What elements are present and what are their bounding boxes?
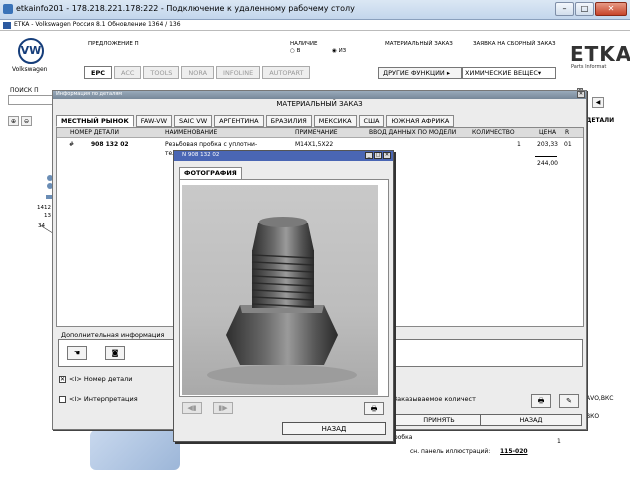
hand-pointer-icon[interactable]: ☚ xyxy=(67,346,87,360)
etka-window-title: ETKA - Volkswagen Россия 8.1 Обновление … xyxy=(14,21,181,28)
maximize-button[interactable]: □ xyxy=(575,2,594,16)
col-price: ЦЕНА xyxy=(539,129,557,136)
availability-option-iz[interactable]: ◉ ИЗ xyxy=(332,48,346,54)
parts-label: ДЕТАЛИ xyxy=(586,117,615,124)
photo-title-bar: N 908 132 02 _ □ ✕ xyxy=(174,151,393,161)
part-number-checkbox[interactable]: ✕ xyxy=(59,376,66,383)
dialog-title: Информация по деталям xyxy=(56,91,123,97)
zoom-in-icon[interactable]: ⊕ xyxy=(8,116,19,126)
row-note: M14X1,5X22 xyxy=(295,141,334,148)
proposal-label: ПРЕДЛОЖЕНИЕ П xyxy=(88,41,139,47)
assembly-order-link[interactable]: ЗАЯВКА НА СБОРНЫЙ ЗАКАЗ xyxy=(473,41,556,47)
photo-maximize-button[interactable]: □ xyxy=(374,152,382,159)
tab-brazil[interactable]: БРАЗИЛИЯ xyxy=(265,115,312,127)
illustration-panel-link[interactable]: 115-020 xyxy=(500,448,528,455)
table-header: НОМЕР ДЕТАЛИ НАИМЕНОВАНИЕ ПРИМЕЧАНИЕ ВВО… xyxy=(57,128,583,138)
close-button[interactable]: ✕ xyxy=(595,2,627,16)
prev-page-icon[interactable]: ◀ xyxy=(592,97,604,108)
etka-subtitle: Parts Informat xyxy=(571,64,607,70)
extra-info-label: Дополнительная информация xyxy=(61,331,165,339)
illus-label-14: 14 xyxy=(37,205,44,211)
col-note: ПРИМЕЧАНИЕ xyxy=(295,129,338,136)
illus-label-13: 13 xyxy=(44,213,51,219)
tab-faw-vw[interactable]: FAW-VW xyxy=(135,115,173,127)
tab-acc[interactable]: ACC xyxy=(113,66,142,79)
tab-argentina[interactable]: АРГЕНТИНА xyxy=(214,115,264,127)
col-model-data: ВВОД ДАННЫХ ПО МОДЕЛИ xyxy=(369,129,457,136)
part-number-checkbox-label: <I> Номер детали xyxy=(69,375,133,383)
note-avo: АVО,ВКС xyxy=(586,395,614,402)
note-vko: ВКО xyxy=(586,413,600,420)
row-r: 01 xyxy=(564,141,572,148)
col-part-number: НОМЕР ДЕТАЛИ xyxy=(70,129,119,136)
tab-mexico[interactable]: МЕКСИКА xyxy=(313,115,357,127)
search-label: ПОИСК П xyxy=(10,87,39,94)
tab-south-africa[interactable]: ЮЖНАЯ АФРИКА xyxy=(386,115,455,127)
photo-title: N 908 132 02 xyxy=(182,152,220,158)
tab-autopart[interactable]: AUTOPART xyxy=(262,66,311,79)
dialog-close-icon[interactable]: ✕ xyxy=(577,91,585,98)
tab-nora[interactable]: NORA xyxy=(181,66,215,79)
interpretation-checkbox-label: <I> Интерпретация xyxy=(69,395,138,403)
tab-photo[interactable]: ФОТОГРАФИЯ xyxy=(179,167,242,179)
interpretation-checkbox[interactable] xyxy=(59,396,66,403)
brand-label: Volkswagen xyxy=(12,66,48,73)
tab-tools[interactable]: TOOLS xyxy=(143,66,180,79)
main-tabs: EPC ACC TOOLS NORA INFOLINE AUTOPART xyxy=(84,66,311,79)
illustration-panel-label: сн. панель иллюстраций: xyxy=(410,448,491,455)
rdp-title-bar: etkainfo201 - 178.218.221.178:222 - Подк… xyxy=(0,0,630,20)
col-r: R xyxy=(565,129,570,136)
accept-button[interactable]: ПРИНЯТЬ xyxy=(389,414,489,426)
order-total: 244,00 xyxy=(537,160,558,167)
dialog-title-bar: Информация по деталям ✕ xyxy=(53,91,586,99)
part-photo xyxy=(182,185,378,395)
etka-title-bar: ETKA - Volkswagen Россия 8.1 Обновление … xyxy=(0,20,630,31)
material-order-link[interactable]: МАТЕРИАЛЬНЫЙ ЗАКАЗ xyxy=(385,41,453,47)
row-part-number: 908 132 02 xyxy=(91,141,129,148)
chemicals-select[interactable]: ХИМИЧЕСКИЕ ВЕЩЕС▾ xyxy=(462,67,556,79)
market-tabs: МЕСТНЫЙ РЫНОК FAW-VW SAIC VW АРГЕНТИНА Б… xyxy=(56,115,455,127)
photo-back-button[interactable]: НАЗАД xyxy=(282,422,386,435)
etka-app-icon xyxy=(3,22,11,29)
ordered-quantity-label: Заказываемое количест xyxy=(393,395,476,403)
rdp-window-title: etkainfo201 - 178.218.221.178:222 - Подк… xyxy=(16,4,355,13)
etka-logo: ETKA xyxy=(570,42,630,66)
col-name: НАИМЕНОВАНИЕ xyxy=(165,129,218,136)
row-name-line1: Резьбовая пробка с уплотни- xyxy=(165,141,258,148)
prev-photo-button[interactable]: ◀▮ xyxy=(182,402,202,414)
total-divider xyxy=(535,156,557,157)
photo-minimize-button[interactable]: _ xyxy=(365,152,373,159)
dialog-heading: МАТЕРИАЛЬНЫЙ ЗАКАЗ xyxy=(276,100,363,108)
camera-icon[interactable]: ◙ xyxy=(105,346,125,360)
next-photo-button[interactable]: ▮▶ xyxy=(213,402,233,414)
edit-icon[interactable]: ✎ xyxy=(559,394,579,408)
photo-dialog: N 908 132 02 _ □ ✕ ФОТОГРАФИЯ ◀▮ ▮▶ 🖶 НА… xyxy=(173,150,394,442)
zoom-out-icon[interactable]: ⊖ xyxy=(21,116,32,126)
availability-option-b[interactable]: ○ В xyxy=(290,48,300,54)
row-price: 203,33 xyxy=(537,141,558,148)
bottom-qty: 1 xyxy=(557,438,561,445)
photo-close-button[interactable]: ✕ xyxy=(383,152,391,159)
tab-local-market[interactable]: МЕСТНЫЙ РЫНОК xyxy=(56,115,134,127)
col-quantity: КОЛИЧЕСТВО xyxy=(472,129,515,136)
row-quantity: 1 xyxy=(517,141,521,148)
minimize-button[interactable]: – xyxy=(555,2,574,16)
availability-label: НАЛИЧИЕ xyxy=(290,41,318,47)
tab-usa[interactable]: США xyxy=(358,115,385,127)
volkswagen-logo: VW xyxy=(18,38,44,64)
blue-part-illustration xyxy=(90,430,180,470)
other-functions-button[interactable]: ДРУГИЕ ФУНКЦИИ ▸ xyxy=(378,67,462,79)
row-marker: # xyxy=(69,141,75,148)
remote-desktop-icon xyxy=(3,4,13,14)
illus-label-34: 34 xyxy=(38,223,45,229)
print-icon[interactable]: 🖶 xyxy=(531,394,551,408)
tab-infoline[interactable]: INFOLINE xyxy=(216,66,261,79)
back-button[interactable]: НАЗАД xyxy=(480,414,582,426)
zoom-toolbar: ⊕ ⊖ xyxy=(8,116,32,126)
photo-print-icon[interactable]: 🖶 xyxy=(364,402,384,415)
right-panel: ◀ ДЕТАЛИ АVО,ВКС ВКО xyxy=(584,97,630,437)
tab-saic-vw[interactable]: SAIC VW xyxy=(174,115,213,127)
illus-label-12: 12 xyxy=(44,205,51,211)
tab-epc[interactable]: EPC xyxy=(84,66,112,79)
